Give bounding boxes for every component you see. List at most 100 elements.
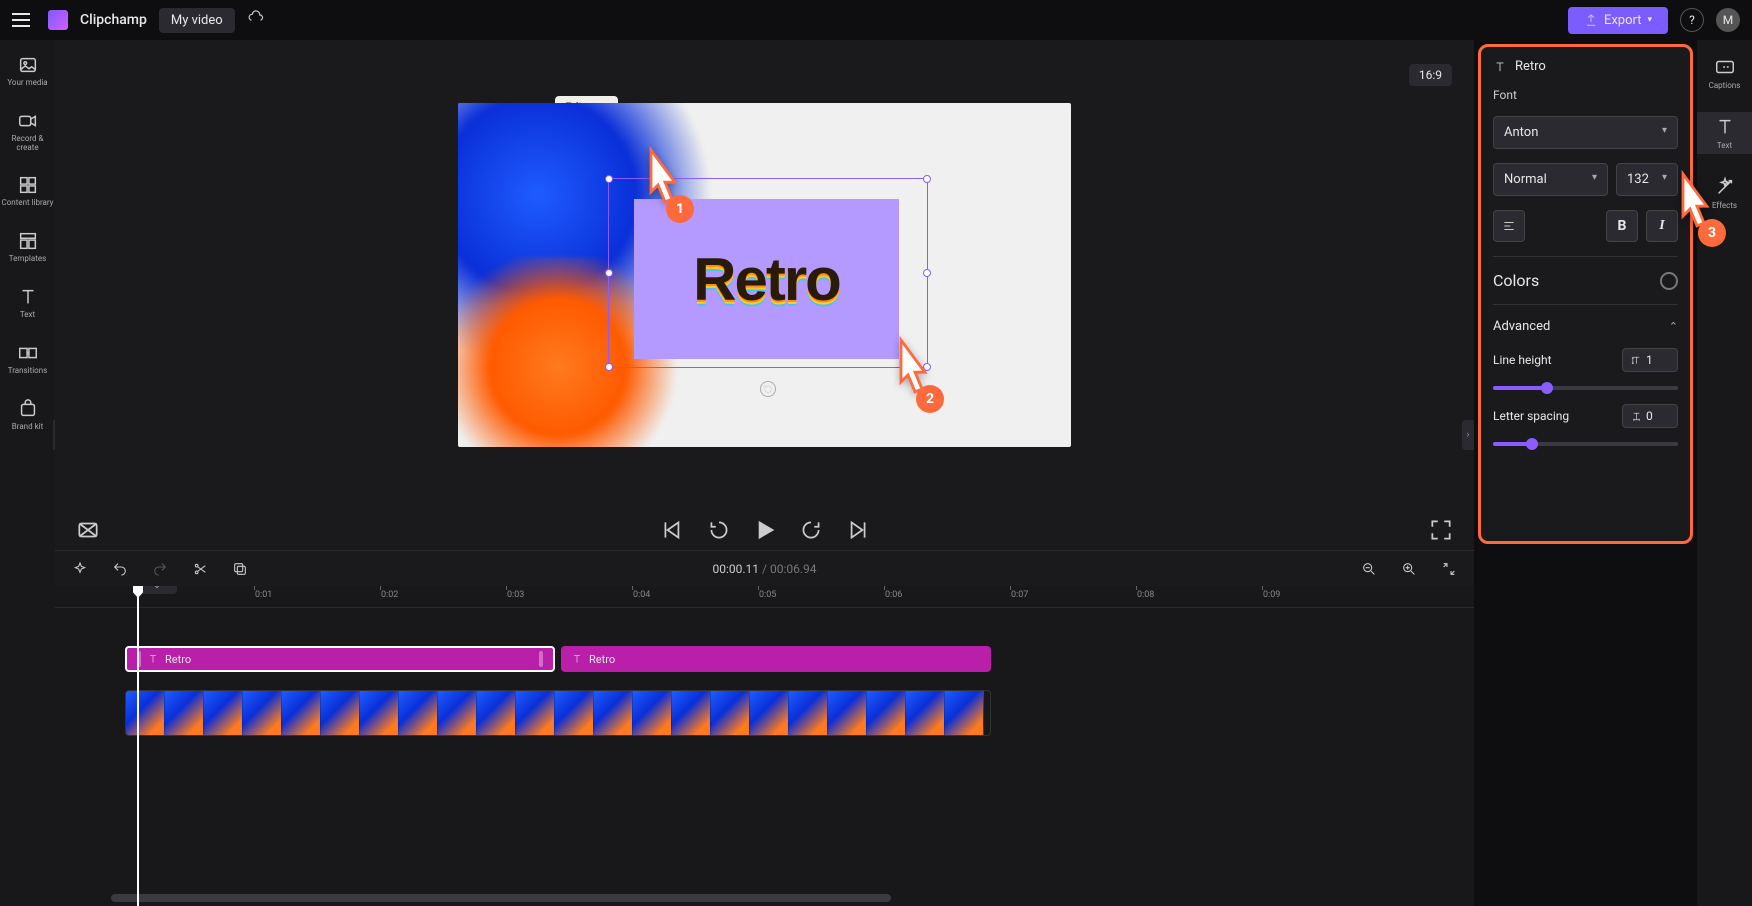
ruler-tick: 0:01 [255, 590, 272, 600]
sidebar-item-record-create[interactable]: Record & create [0, 108, 55, 155]
text-track: Retro Retro [55, 646, 1474, 684]
skip-back-button[interactable] [660, 517, 686, 543]
copy-button[interactable] [227, 556, 253, 582]
playhead[interactable] [137, 586, 139, 906]
font-weight-select[interactable]: Normal [1493, 163, 1608, 196]
advanced-toggle[interactable]: Advanced ⌃ [1493, 319, 1678, 334]
sidebar-label: Text [20, 311, 35, 320]
line-height-slider[interactable] [1493, 386, 1678, 390]
right-rail: Captions Text Effects [1697, 40, 1752, 906]
color-swatch-button[interactable] [1660, 272, 1678, 290]
rail-item-text[interactable]: Text [1697, 112, 1752, 154]
rail-item-effects[interactable]: Effects [1697, 172, 1752, 214]
ruler-tick: 0:02 [381, 590, 398, 600]
ruler-tick: 0:07 [1011, 590, 1028, 600]
slider-thumb[interactable] [1541, 382, 1553, 394]
text-icon [1493, 60, 1507, 74]
preview-area: 16:9 Edit text Anton 132 [55, 40, 1474, 510]
clip-label: Retro [165, 653, 191, 666]
letter-spacing-slider[interactable] [1493, 442, 1678, 446]
split-button[interactable] [187, 556, 213, 582]
ruler-tick: 0:09 [1263, 590, 1280, 600]
resize-handle-tr[interactable] [923, 175, 931, 183]
sidebar-item-text[interactable]: Text [0, 284, 55, 322]
letter-spacing-input[interactable]: 0 [1622, 404, 1678, 428]
toggle-preview-button[interactable] [75, 517, 101, 543]
brand-name: Clipchamp [80, 12, 147, 28]
sidebar-item-templates[interactable]: Templates [0, 228, 55, 266]
collapse-tracks-button[interactable]: ⌄ [137, 586, 177, 594]
resize-handle-ml[interactable] [605, 269, 613, 277]
zoom-out-button[interactable] [1356, 556, 1382, 582]
left-sidebar: Your media Record & create Content libra… [0, 40, 55, 906]
sidebar-item-transitions[interactable]: Transitions [0, 340, 55, 378]
rail-item-captions[interactable]: Captions [1697, 52, 1752, 94]
skip-forward-button[interactable] [844, 517, 870, 543]
play-button[interactable] [752, 517, 778, 543]
timeline[interactable]: 0:01 0:02 0:03 0:04 0:05 0:06 0:07 0:08 … [55, 586, 1474, 906]
menu-button[interactable] [12, 8, 36, 32]
resize-handle-br[interactable] [923, 363, 931, 371]
ruler-tick: 0:08 [1137, 590, 1154, 600]
slider-thumb[interactable] [1526, 438, 1538, 450]
timecode-display: 00:00.11 / 00:06.94 [713, 562, 817, 576]
export-button[interactable]: Export ▾ [1568, 7, 1668, 34]
font-size-select[interactable]: 132 [1616, 163, 1678, 196]
sidebar-label: Record & create [0, 135, 55, 153]
undo-button[interactable] [107, 556, 133, 582]
fullscreen-button[interactable] [1428, 517, 1454, 543]
text-clip-1[interactable]: Retro [125, 646, 555, 672]
text-clip-2[interactable]: Retro [561, 646, 991, 672]
sidebar-label: Templates [9, 255, 46, 264]
retro-text: Retro [693, 245, 840, 314]
align-button[interactable] [1493, 210, 1525, 242]
retro-text-box[interactable]: Retro [634, 199, 899, 359]
rail-label: Effects [1712, 201, 1737, 210]
rewind-button[interactable] [706, 517, 732, 543]
timeline-scrollbar[interactable] [111, 894, 891, 902]
sidebar-item-content-library[interactable]: Content library [0, 172, 55, 210]
resize-handle-mr[interactable] [923, 269, 931, 277]
video-canvas[interactable]: Retro [458, 103, 1071, 447]
auto-enhance-button[interactable] [67, 556, 93, 582]
colors-label: Colors [1493, 271, 1539, 290]
export-label: Export [1604, 13, 1642, 28]
panel-title: Retro [1515, 59, 1546, 74]
chevron-right-icon: › [1467, 430, 1470, 440]
aspect-ratio-button[interactable]: 16:9 [1409, 64, 1452, 86]
help-button[interactable]: ? [1680, 8, 1704, 32]
clip-grip-right[interactable] [539, 651, 543, 667]
letter-spacing-icon [1631, 411, 1642, 422]
ruler-tick: 0:03 [507, 590, 524, 600]
user-avatar[interactable]: M [1716, 8, 1740, 32]
sidebar-item-brand-kit[interactable]: Brand kit [0, 396, 55, 434]
timeline-ruler[interactable]: 0:01 0:02 0:03 0:04 0:05 0:06 0:07 0:08 … [55, 586, 1474, 608]
expand-right-button[interactable]: › [1462, 420, 1474, 450]
ruler-tick: 0:06 [885, 590, 902, 600]
resize-handle-bl[interactable] [605, 363, 613, 371]
sidebar-item-your-media[interactable]: Your media [0, 52, 55, 90]
bold-button[interactable]: B [1606, 210, 1638, 242]
rotate-handle[interactable] [760, 381, 776, 397]
resize-handle-tl[interactable] [605, 175, 613, 183]
zoom-in-button[interactable] [1396, 556, 1422, 582]
ruler-tick: 0:05 [759, 590, 776, 600]
sidebar-label: Your media [7, 79, 47, 88]
line-height-input[interactable]: 1 [1622, 348, 1678, 372]
project-title[interactable]: My video [159, 8, 235, 33]
redo-button[interactable] [147, 556, 173, 582]
forward-button[interactable] [798, 517, 824, 543]
timeline-toolbar: 00:00.11 / 00:06.94 [55, 550, 1474, 586]
italic-button[interactable]: I [1646, 210, 1678, 242]
app-logo [48, 10, 68, 30]
fit-timeline-button[interactable] [1436, 556, 1462, 582]
font-family-select[interactable]: Anton [1493, 116, 1678, 149]
rail-label: Captions [1709, 81, 1741, 90]
text-selection-bounds[interactable]: Retro [608, 178, 928, 368]
clip-label: Retro [589, 653, 615, 666]
text-icon [147, 653, 159, 665]
video-clip[interactable] [125, 690, 991, 736]
sidebar-label: Brand kit [12, 423, 43, 432]
playback-controls [55, 510, 1474, 550]
sidebar-label: Content library [2, 199, 54, 208]
